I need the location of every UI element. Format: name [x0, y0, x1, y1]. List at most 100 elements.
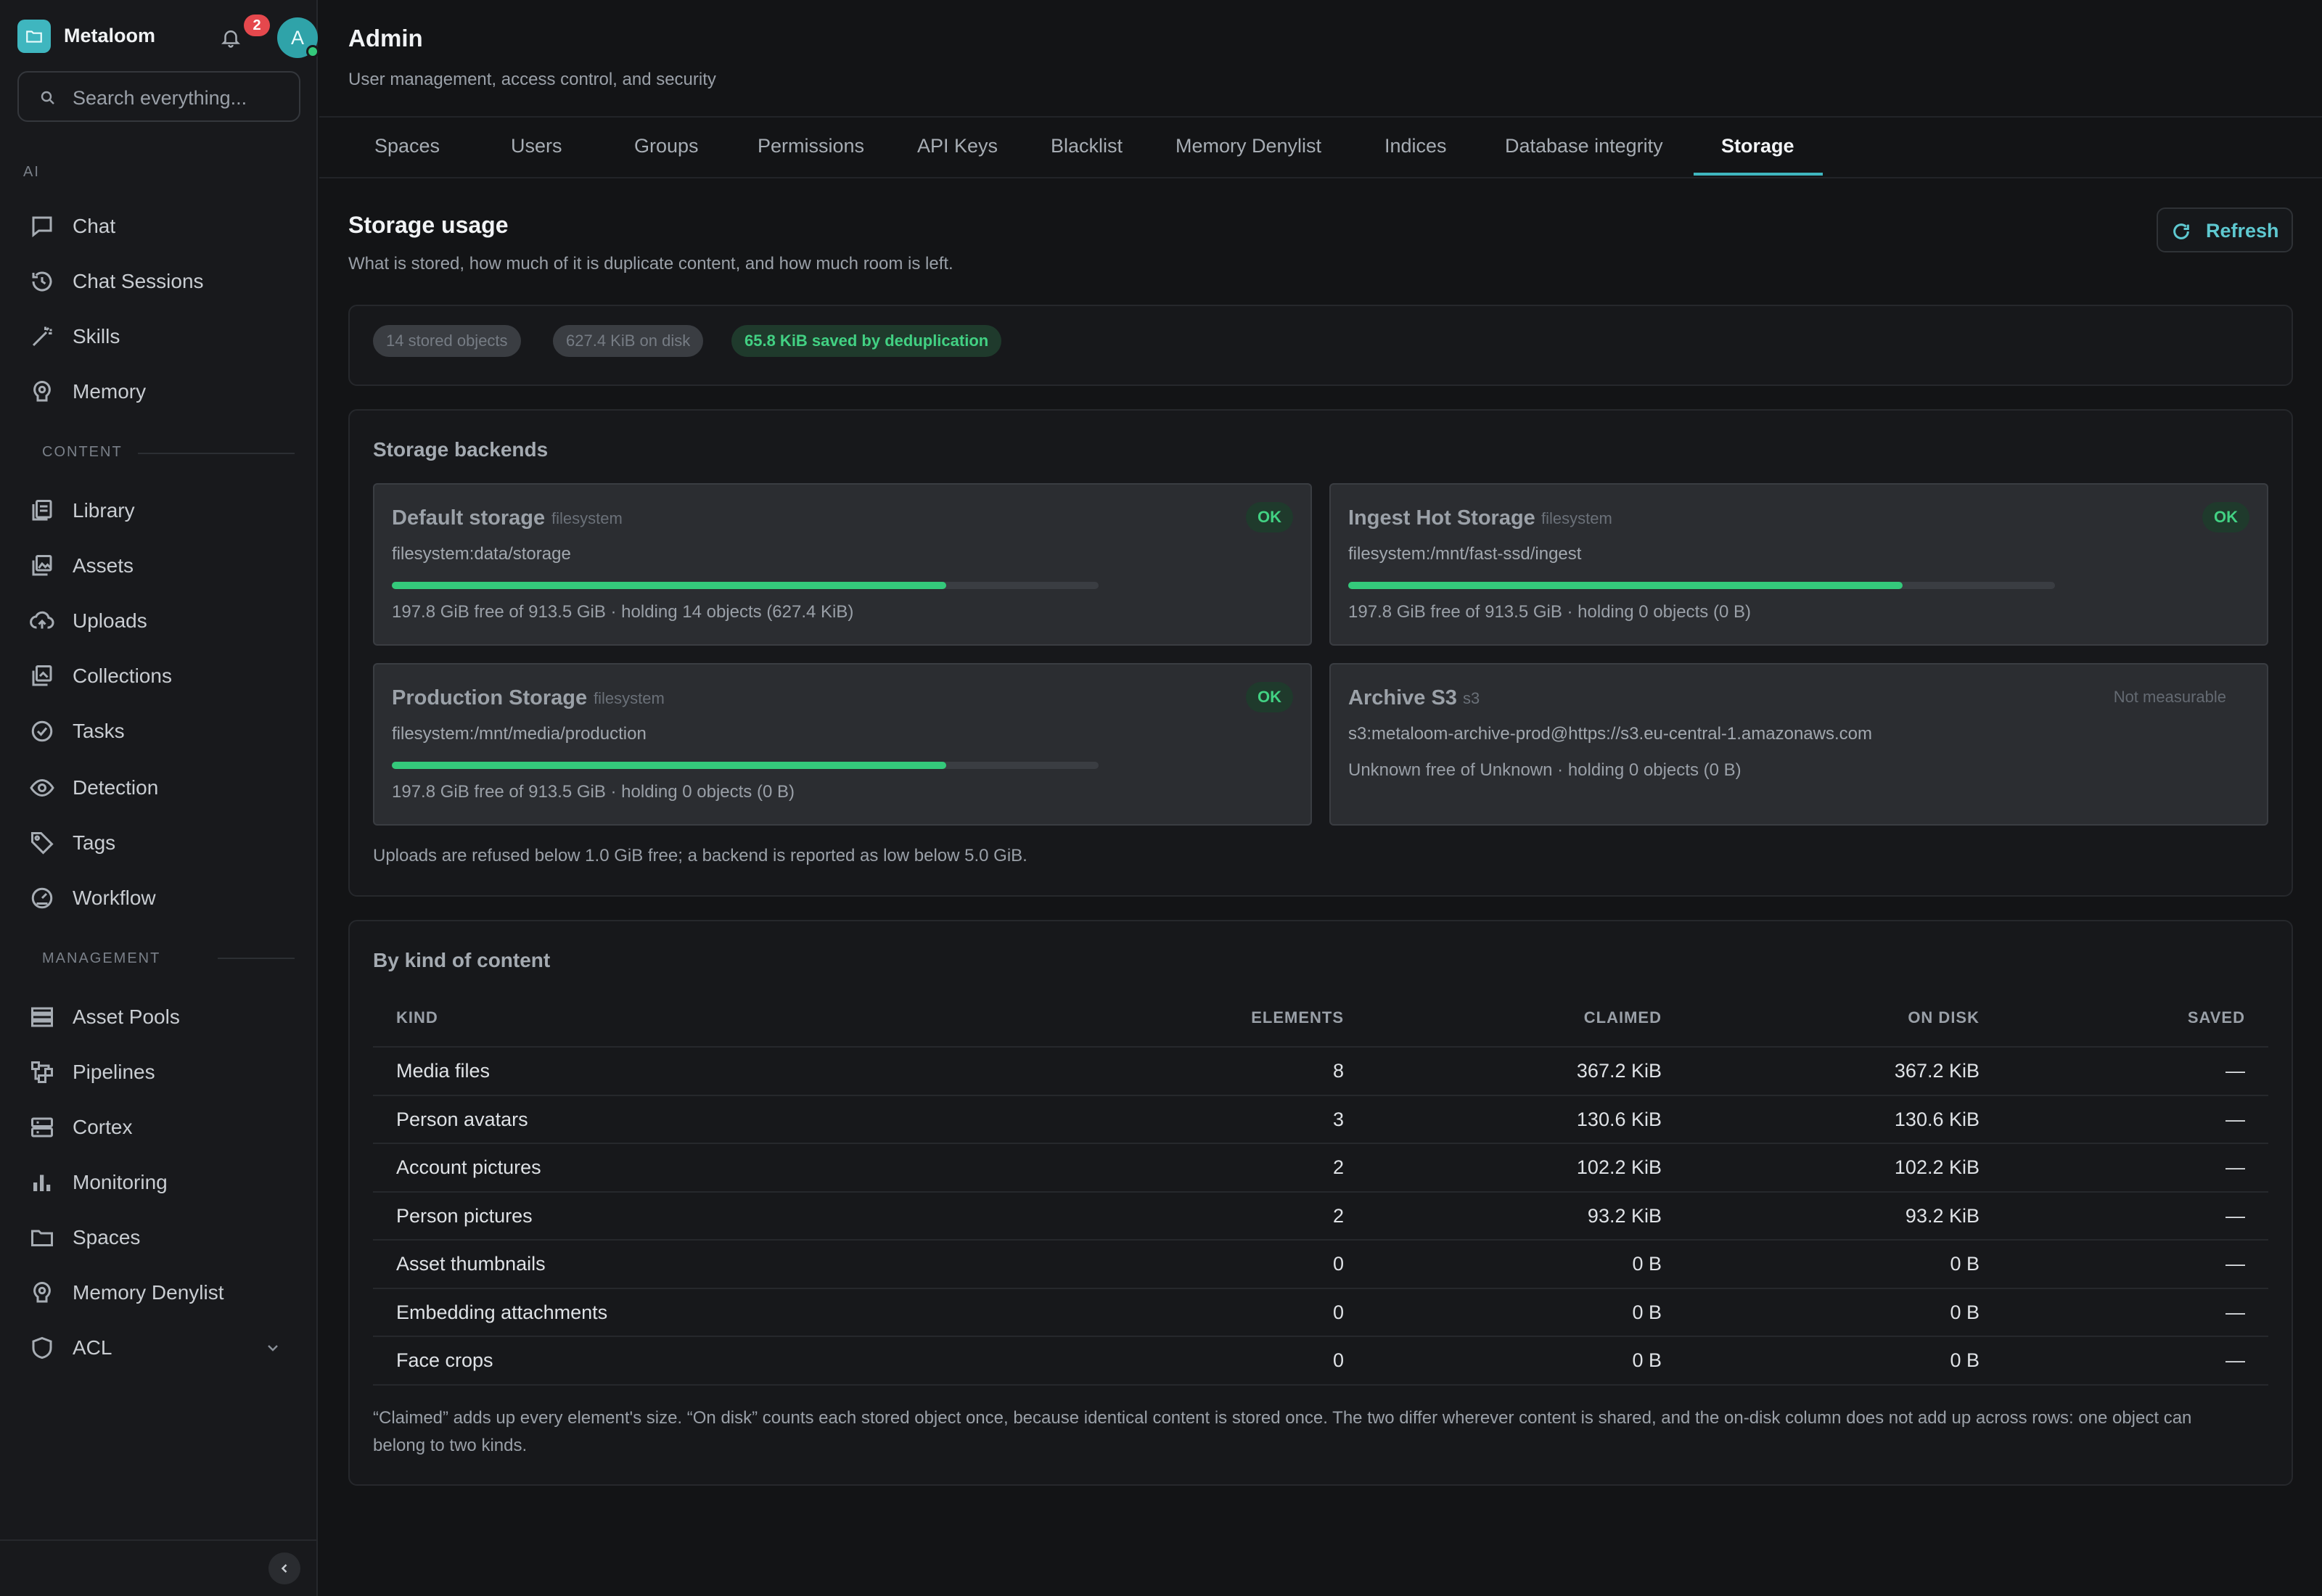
- on-disk-cell: 0 B: [1950, 1349, 1980, 1371]
- sidebar-item-uploads[interactable]: Uploads: [0, 598, 316, 643]
- backend-name: Archive S3: [1348, 686, 1457, 709]
- sidebar-item-skills[interactable]: Skills: [0, 313, 316, 358]
- sidebar-item-library[interactable]: Library: [0, 488, 316, 532]
- claimed-cell: 130.6 KiB: [1576, 1108, 1662, 1130]
- backend-name: Production Storage: [392, 686, 588, 709]
- status-badge: OK: [1246, 502, 1293, 532]
- on-disk-cell: 102.2 KiB: [1894, 1156, 1980, 1178]
- sidebar-item-chat[interactable]: Chat: [0, 203, 316, 248]
- sidebar-item-memory[interactable]: Memory: [0, 369, 316, 414]
- backend-name: Default storage: [392, 506, 546, 530]
- tab-blacklist[interactable]: Blacklist: [1051, 135, 1123, 157]
- kind-cell: Embedding attachments: [396, 1301, 608, 1323]
- sidebar-item-label: Tasks: [73, 720, 125, 742]
- backend-card[interactable]: Archive S3 s3 Not measurable s3:metaloom…: [1329, 663, 2268, 826]
- backend-type: s3: [1463, 689, 1480, 707]
- claimed-cell: 367.2 KiB: [1576, 1060, 1662, 1082]
- tab-groups[interactable]: Groups: [634, 135, 699, 157]
- section-label-management: MANAGEMENT: [42, 950, 161, 966]
- sidebar-item-label: Asset Pools: [73, 1005, 180, 1028]
- capacity-bar-fill: [1348, 582, 1903, 589]
- bar-chart-icon: [29, 1169, 55, 1196]
- tab-database-integrity[interactable]: Database integrity: [1505, 135, 1663, 157]
- tab-spaces[interactable]: Spaces: [374, 135, 440, 157]
- backend-card[interactable]: Ingest Hot Storage filesystem OK filesys…: [1329, 483, 2268, 646]
- collapse-sidebar-button[interactable]: [268, 1552, 300, 1584]
- sidebar-item-memory-denylist[interactable]: Memory Denylist: [0, 1270, 316, 1315]
- capacity-bar-fill: [392, 582, 946, 589]
- sidebar-item-acl[interactable]: ACL: [0, 1325, 316, 1370]
- online-status-dot: [306, 45, 319, 58]
- tab-permissions[interactable]: Permissions: [758, 135, 864, 157]
- pipeline-icon: [29, 1059, 55, 1085]
- sidebar-item-label: Cortex: [73, 1116, 133, 1138]
- sidebar-item-monitoring[interactable]: Monitoring: [0, 1159, 316, 1204]
- status-badge: OK: [1246, 682, 1293, 712]
- tabs-divider: [319, 177, 2322, 178]
- sidebar: Metaloom 2 A Search everything... AI CON…: [0, 0, 319, 1596]
- saved-cell: —: [2225, 1349, 2245, 1371]
- sidebar-item-assets[interactable]: Assets: [0, 543, 316, 588]
- sidebar-item-collections[interactable]: Collections: [0, 653, 316, 698]
- sidebar-item-label: Library: [73, 499, 135, 522]
- claimed-cell: 93.2 KiB: [1587, 1204, 1662, 1227]
- sidebar-item-tasks[interactable]: Tasks: [0, 708, 316, 753]
- table-footnote: “Claimed” adds up every element's size. …: [373, 1408, 2192, 1455]
- sidebar-item-workflow[interactable]: Workflow: [0, 875, 316, 920]
- wand-icon: [29, 324, 55, 350]
- status-badge: OK: [2202, 502, 2249, 532]
- tab-memory-denylist[interactable]: Memory Denylist: [1176, 135, 1321, 157]
- tab-api-keys[interactable]: API Keys: [917, 135, 998, 157]
- sidebar-item-label: Collections: [73, 665, 172, 687]
- check-circle-icon: [29, 718, 55, 744]
- sidebar-item-asset-pools[interactable]: Asset Pools: [0, 994, 316, 1039]
- on-disk-cell: 367.2 KiB: [1894, 1060, 1980, 1082]
- backend-card[interactable]: Default storage filesystem OK filesystem…: [373, 483, 1312, 646]
- claimed-cell: 0 B: [1632, 1349, 1662, 1371]
- kind-cell: Media files: [396, 1060, 491, 1082]
- capacity-bar: [1348, 582, 2055, 589]
- notifications-bell-icon[interactable]: [216, 23, 245, 52]
- saved-cell: —: [2225, 1253, 2245, 1275]
- refresh-button[interactable]: Refresh: [2157, 207, 2293, 252]
- table-bottom-border: [373, 1383, 2268, 1386]
- brain-icon: [29, 1280, 55, 1306]
- refresh-icon: [2171, 221, 2191, 242]
- sidebar-item-tags[interactable]: Tags: [0, 820, 316, 865]
- sidebar-item-spaces[interactable]: Spaces: [0, 1214, 316, 1259]
- chevron-left-icon: [277, 1561, 292, 1576]
- backend-path: filesystem:/mnt/media/production: [392, 724, 647, 744]
- column-header-elements: ELEMENTS: [1251, 1008, 1344, 1027]
- sidebar-item-pipelines[interactable]: Pipelines: [0, 1049, 316, 1094]
- sidebar-item-label: Chat Sessions: [73, 270, 204, 292]
- app-logo-icon[interactable]: [17, 20, 51, 53]
- search-placeholder: Search everything...: [73, 87, 247, 109]
- backend-card[interactable]: Production Storage filesystem OK filesys…: [373, 663, 1312, 826]
- elements-cell: 8: [1332, 1060, 1344, 1082]
- sidebar-item-cortex[interactable]: Cortex: [0, 1104, 316, 1149]
- saved-cell: —: [2225, 1156, 2245, 1178]
- chat-icon: [29, 213, 55, 239]
- image-icon: [29, 553, 55, 579]
- table-row: Person avatars 3 130.6 KiB 130.6 KiB —: [373, 1094, 2268, 1143]
- stored-objects-chip: 14 stored objects: [373, 325, 521, 357]
- page-subtitle: User management, access control, and sec…: [348, 70, 716, 89]
- library-icon: [29, 498, 55, 524]
- tab-storage[interactable]: Storage: [1721, 135, 1794, 157]
- tab-users[interactable]: Users: [511, 135, 562, 157]
- capacity-bar-fill: [392, 762, 946, 769]
- storage-backends-title: Storage backends: [373, 438, 549, 461]
- tab-indices[interactable]: Indices: [1384, 135, 1447, 157]
- kind-cell: Asset thumbnails: [396, 1253, 546, 1275]
- sidebar-item-label: Chat: [73, 215, 116, 237]
- table-row: Face crops 0 0 B 0 B —: [373, 1336, 2268, 1383]
- sidebar-item-label: Detection: [73, 776, 159, 799]
- sidebar-item-label: Assets: [73, 554, 134, 577]
- sidebar-item-detection[interactable]: Detection: [0, 765, 316, 810]
- backend-path: filesystem:/mnt/fast-ssd/ingest: [1348, 544, 1582, 564]
- sidebar-item-chat-sessions[interactable]: Chat Sessions: [0, 258, 316, 303]
- backend-type: filesystem: [1541, 509, 1612, 527]
- search-input[interactable]: Search everything...: [17, 71, 300, 122]
- chevron-down-icon[interactable]: [264, 1339, 282, 1357]
- refresh-label: Refresh: [2206, 220, 2279, 242]
